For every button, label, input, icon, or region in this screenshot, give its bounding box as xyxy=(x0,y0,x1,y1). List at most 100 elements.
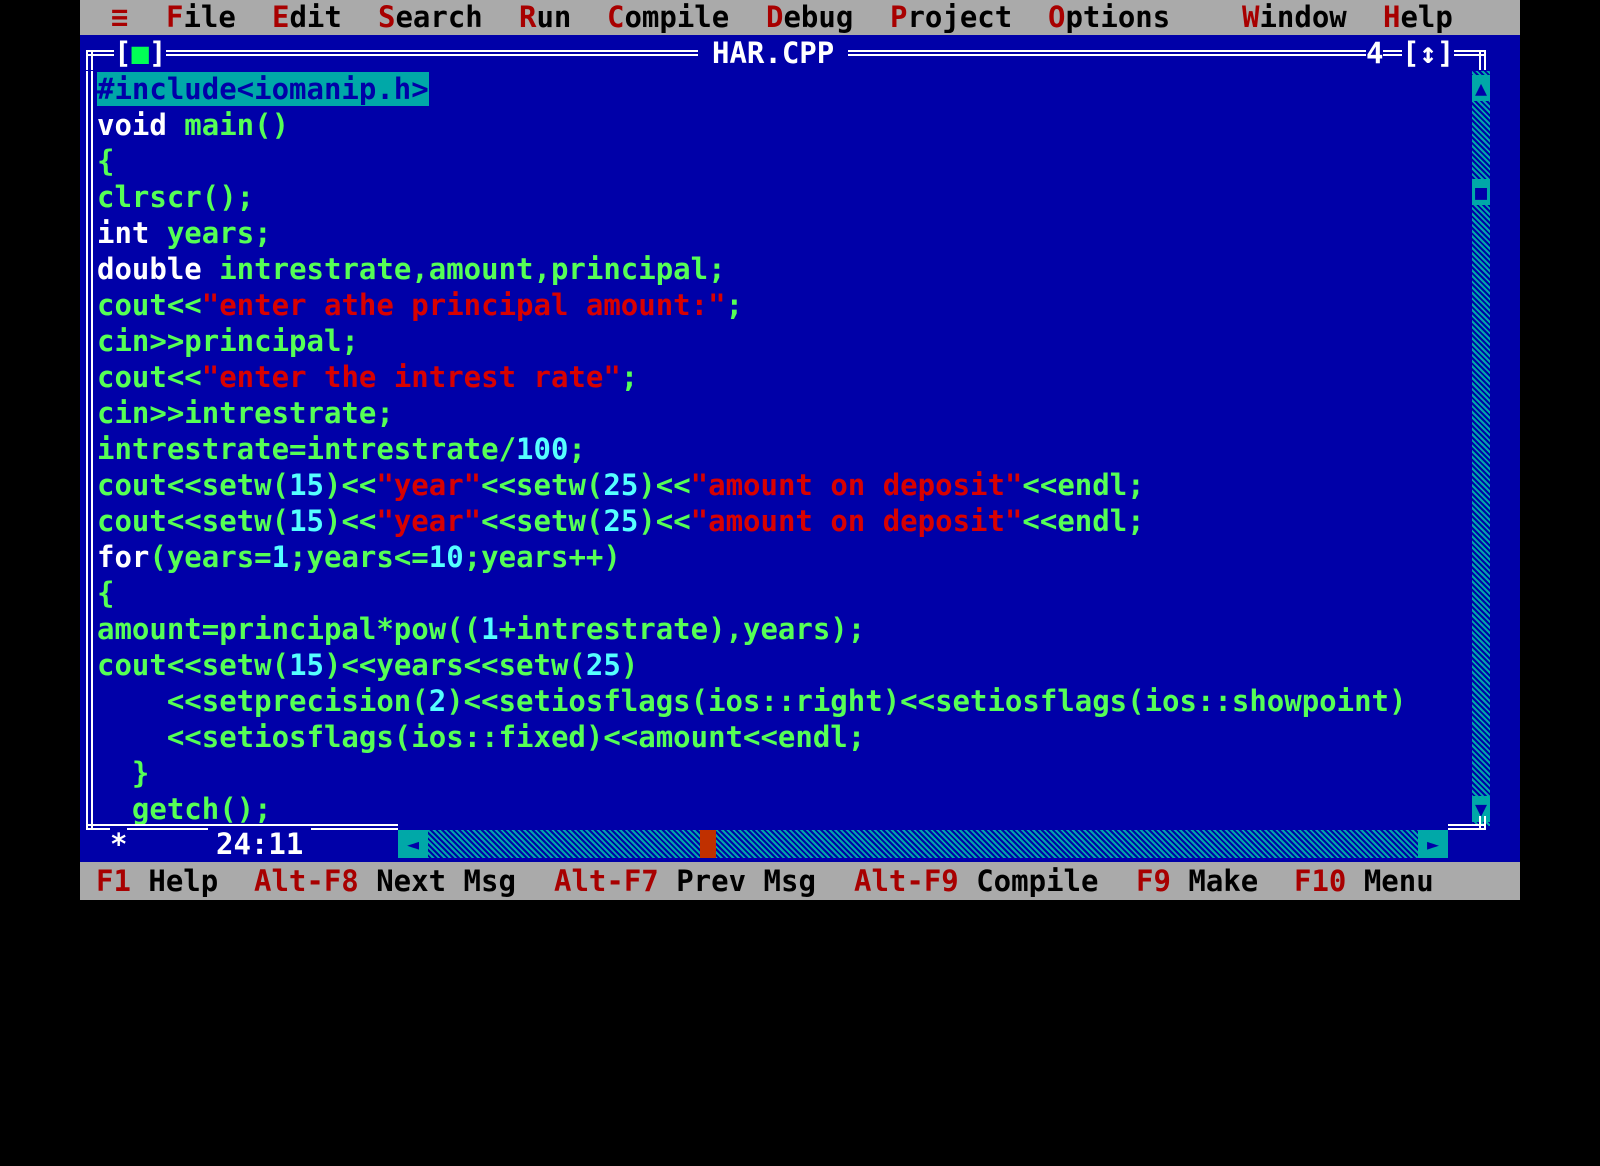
system-menu-icon[interactable]: ≡ xyxy=(111,0,128,35)
code-line[interactable]: { xyxy=(97,575,1472,611)
code-token: intrestrate=intrestrate/ xyxy=(97,432,517,466)
code-token: cout<< xyxy=(97,360,202,394)
code-token: getch(); xyxy=(97,792,272,826)
code-token: "enter the intrest rate" xyxy=(201,360,621,394)
menu-edit[interactable]: Edit xyxy=(272,0,342,35)
code-token: cin>>principal; xyxy=(97,324,359,358)
scroll-right-arrow-icon[interactable]: ► xyxy=(1418,830,1448,858)
menu-file[interactable]: File xyxy=(166,0,236,35)
code-line[interactable]: } xyxy=(97,755,1472,791)
code-line[interactable]: void main() xyxy=(97,107,1472,143)
code-token: cin>>intrestrate; xyxy=(97,396,394,430)
menu-search[interactable]: Search xyxy=(378,0,483,35)
code-token: 1 xyxy=(481,612,499,646)
turbo-cpp-screen: ≡ File Edit Search Run Compile Debug Pro… xyxy=(80,0,1520,900)
zoom-window-button[interactable]: [↕] xyxy=(1402,35,1455,71)
code-token: "year" xyxy=(376,468,482,502)
code-token: { xyxy=(97,576,115,610)
code-line[interactable]: for(years=1;years<=10;years++) xyxy=(97,539,1472,575)
status-compile[interactable]: Alt-F9 Compile xyxy=(854,862,1098,900)
code-line[interactable]: <<setprecision(2)<<setiosflags(ios::righ… xyxy=(97,683,1472,719)
code-token: )<<setiosflags(ios::right)<<setiosflags(… xyxy=(446,684,1407,718)
status-menu[interactable]: F10 Menu xyxy=(1294,862,1434,900)
menu-project[interactable]: Project xyxy=(890,0,1012,35)
code-token: amount=principal*pow(( xyxy=(97,612,482,646)
code-token: "enter athe principal amount:" xyxy=(201,288,726,322)
frame-left-border xyxy=(86,71,93,830)
code-line[interactable]: cin>>intrestrate; xyxy=(97,395,1472,431)
status-next-msg[interactable]: Alt-F8 Next Msg xyxy=(254,862,516,900)
horizontal-scrollbar[interactable]: ◄ ► xyxy=(398,830,1448,858)
code-token: <<setw( xyxy=(481,504,604,538)
status-help[interactable]: F1 Help xyxy=(96,862,218,900)
code-editor[interactable]: #include<iomanip.h> void main(){clrscr();… xyxy=(97,71,1472,826)
code-token: 10 xyxy=(428,540,464,574)
code-token: 25 xyxy=(603,504,639,538)
menu-window[interactable]: Window xyxy=(1242,0,1347,35)
scroll-up-arrow-icon[interactable]: ▲ xyxy=(1472,75,1490,101)
code-line[interactable]: getch(); xyxy=(97,791,1472,826)
code-line[interactable]: double intrestrate,amount,principal; xyxy=(97,251,1472,287)
window-title-bar[interactable]: [■] HAR.CPP 4 [↕] xyxy=(80,35,1520,71)
modified-indicator: * xyxy=(110,826,128,862)
code-token: cout<< xyxy=(97,288,202,322)
status-bar: F1 Help Alt-F8 Next Msg Alt-F7 Prev Msg … xyxy=(80,862,1520,900)
vertical-scroll-thumb[interactable]: ■ xyxy=(1472,179,1490,205)
menu-debug[interactable]: Debug xyxy=(766,0,853,35)
scroll-left-arrow-icon[interactable]: ◄ xyxy=(398,830,428,858)
code-line[interactable]: { xyxy=(97,143,1472,179)
horizontal-scroll-thumb[interactable] xyxy=(700,830,716,858)
code-token: main() xyxy=(166,108,290,142)
code-token: <<setw( xyxy=(481,468,604,502)
frame-bottom-right-border xyxy=(1448,824,1486,830)
cursor-position: 24:11 xyxy=(208,826,312,862)
menu-run[interactable]: Run xyxy=(519,0,571,35)
code-token: <<endl; xyxy=(1022,504,1145,538)
code-token: cout<<setw( xyxy=(97,504,290,538)
code-token: 15 xyxy=(289,504,324,538)
status-prev-msg[interactable]: Alt-F7 Prev Msg xyxy=(554,862,816,900)
code-line[interactable]: #include<iomanip.h> xyxy=(97,71,1472,107)
code-token: ; xyxy=(568,432,586,466)
code-token: "amount on deposit" xyxy=(690,504,1023,538)
menu-options[interactable]: Options xyxy=(1048,0,1170,35)
code-token: (years= xyxy=(149,540,272,574)
status-make[interactable]: F9 Make xyxy=(1136,862,1258,900)
code-token: 1 xyxy=(271,540,290,574)
code-token: <<endl; xyxy=(1022,468,1145,502)
close-window-button[interactable]: [■] xyxy=(114,35,167,71)
code-line[interactable]: clrscr(); xyxy=(97,179,1472,215)
frame-corner-top-left xyxy=(86,50,93,70)
code-token: for xyxy=(97,540,150,574)
code-line[interactable]: cout<<"enter the intrest rate"; xyxy=(97,359,1472,395)
code-token: )<< xyxy=(638,468,691,502)
code-token: 100 xyxy=(516,432,569,466)
code-line[interactable]: cout<<"enter athe principal amount:"; xyxy=(97,287,1472,323)
code-token: "year" xyxy=(376,504,482,538)
frame-corner-top-right xyxy=(1479,50,1486,70)
vertical-scrollbar[interactable]: ▲ ■ ▼ xyxy=(1472,71,1490,826)
code-token: <<setiosflags(ios::fixed)<<amount<<endl; xyxy=(97,720,866,754)
code-token: double xyxy=(97,252,202,286)
code-token: +intrestrate),years); xyxy=(498,612,866,646)
code-line[interactable]: <<setiosflags(ios::fixed)<<amount<<endl; xyxy=(97,719,1472,755)
code-line[interactable]: intrestrate=intrestrate/100; xyxy=(97,431,1472,467)
code-line[interactable]: cout<<setw(15)<<"year"<<setw(25)<<"amoun… xyxy=(97,467,1472,503)
menu-compile[interactable]: Compile xyxy=(607,0,729,35)
menu-help[interactable]: Help xyxy=(1383,0,1453,35)
code-line[interactable]: cin>>principal; xyxy=(97,323,1472,359)
code-token: ;years++) xyxy=(463,540,621,574)
code-line[interactable]: cout<<setw(15)<<years<<setw(25) xyxy=(97,647,1472,683)
code-token: #include<iomanip.h> xyxy=(97,72,429,106)
code-line[interactable]: cout<<setw(15)<<"year"<<setw(25)<<"amoun… xyxy=(97,503,1472,539)
code-token: 15 xyxy=(289,648,324,682)
code-token: 2 xyxy=(428,684,447,718)
code-line[interactable]: amount=principal*pow((1+intrestrate),yea… xyxy=(97,611,1472,647)
code-token: { xyxy=(97,144,115,178)
code-token: } xyxy=(97,756,150,790)
code-token: ; xyxy=(725,288,744,322)
code-token: ; xyxy=(620,360,639,394)
window-number: 4 xyxy=(1366,35,1384,71)
code-line[interactable]: int years; xyxy=(97,215,1472,251)
code-token: )<<years<<setw( xyxy=(323,648,586,682)
